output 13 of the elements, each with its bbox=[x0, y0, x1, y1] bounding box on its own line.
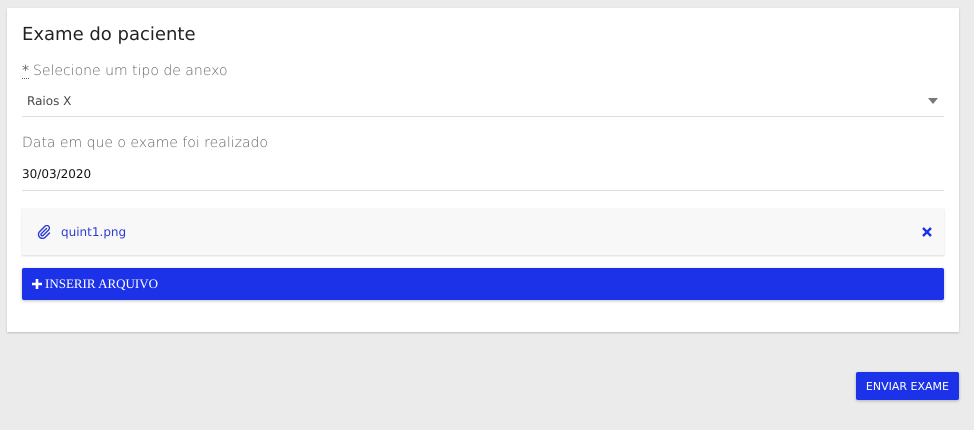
file-link[interactable]: quint1.png bbox=[61, 224, 922, 238]
send-exam-button[interactable]: ENVIAR EXAME bbox=[856, 372, 959, 400]
type-select[interactable]: Raios X bbox=[22, 79, 944, 117]
insert-file-button[interactable]: INSERIR ARQUIVO bbox=[22, 268, 944, 300]
date-field[interactable]: 30/03/2020 bbox=[22, 151, 944, 191]
paperclip-icon bbox=[37, 224, 51, 238]
caret-icon bbox=[928, 98, 938, 104]
required-mark: * bbox=[22, 64, 29, 79]
plus-icon bbox=[32, 279, 42, 289]
form-title: Exame do paciente bbox=[22, 24, 197, 45]
close-icon[interactable] bbox=[922, 226, 932, 236]
field-label: Selecione um tipo de anexo bbox=[33, 63, 228, 79]
field-label: Data em que o exame foi realizado bbox=[22, 135, 268, 151]
